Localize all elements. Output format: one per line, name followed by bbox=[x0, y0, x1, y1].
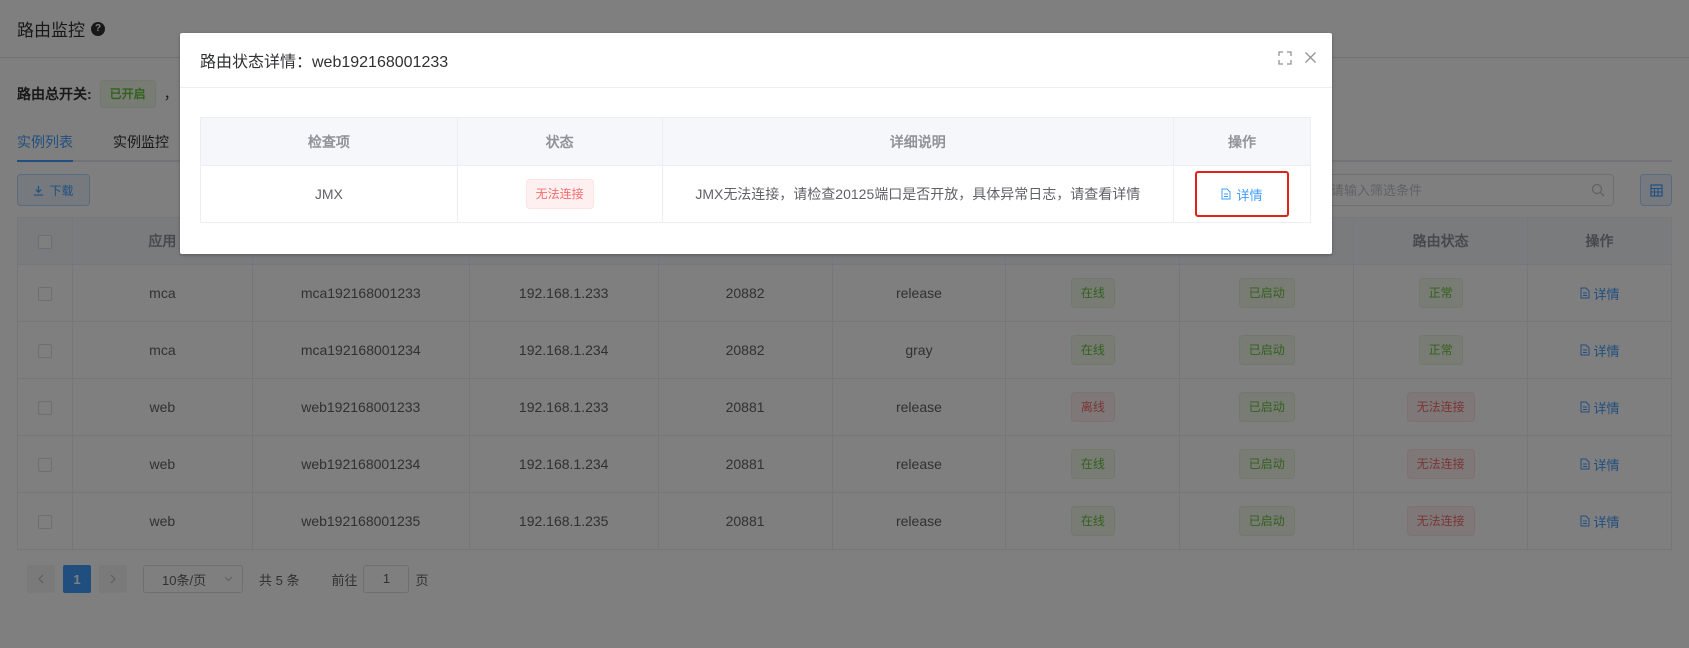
document-icon bbox=[1221, 188, 1231, 200]
cell-check-item: JMX bbox=[200, 165, 458, 223]
dialog-body: 检查项 状态 详细说明 操作 JMX 无法连接 JMX无法连接，请检查20125… bbox=[180, 88, 1332, 223]
dialog-actions bbox=[1278, 51, 1317, 65]
column-header-status: 状态 bbox=[456, 117, 663, 166]
detail-button[interactable]: 详情 bbox=[1195, 171, 1289, 217]
table-header-row: 检查项 状态 详细说明 操作 bbox=[200, 117, 1311, 166]
detail-button-label: 详情 bbox=[1236, 187, 1263, 203]
close-icon[interactable] bbox=[1304, 51, 1317, 64]
column-header-description: 详细说明 bbox=[661, 117, 1175, 166]
column-header-check-item: 检查项 bbox=[200, 117, 458, 166]
table-row: JMX 无法连接 JMX无法连接，请检查20125端口是否开放，具体异常日志，请… bbox=[200, 165, 1311, 223]
dialog-header: 路由状态详情：web192168001233 bbox=[180, 33, 1332, 88]
route-status-detail-dialog: 路由状态详情：web192168001233 检查项 状态 详细说明 操作 JM… bbox=[180, 33, 1332, 254]
check-items-table: 检查项 状态 详细说明 操作 JMX 无法连接 JMX无法连接，请检查20125… bbox=[200, 117, 1311, 223]
dialog-title: 路由状态详情：web192168001233 bbox=[200, 54, 449, 71]
fullscreen-icon[interactable] bbox=[1278, 51, 1292, 65]
column-header-action: 操作 bbox=[1173, 117, 1311, 166]
status-badge: 无法连接 bbox=[525, 179, 594, 209]
cell-description: JMX无法连接，请检查20125端口是否开放，具体异常日志，请查看详情 bbox=[661, 165, 1175, 223]
